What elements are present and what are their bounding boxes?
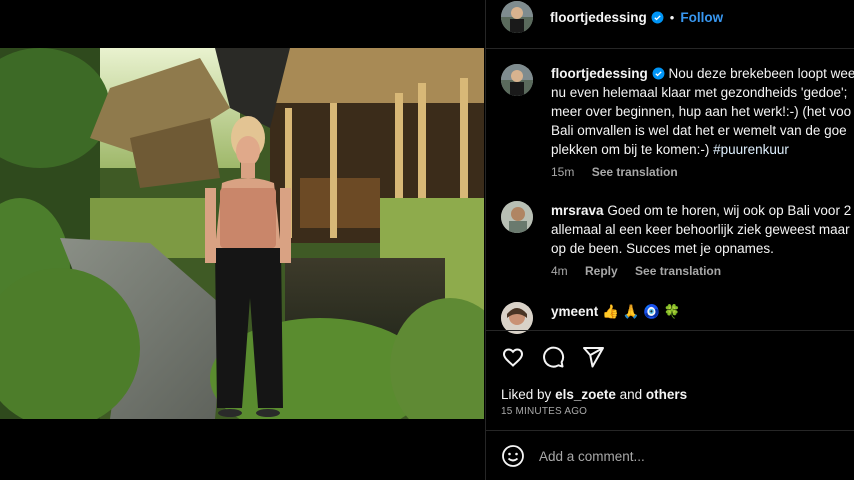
caption-text: floortjedessing Nou deze brekebeen loopt… (551, 64, 854, 159)
comment-meta: 4m Reply See translation (551, 264, 851, 278)
emoji-icon[interactable] (501, 444, 525, 468)
commenter-avatar[interactable] (501, 201, 533, 233)
caption-meta: 15m See translation (551, 165, 854, 179)
post-side-panel: floortjedessing • Follow floortjedessing… (485, 0, 854, 480)
commenter-username[interactable]: ymeent (551, 304, 598, 319)
reply-button[interactable]: Reply (585, 264, 618, 278)
comment-text: mrsrava Goed om te horen, wij ook op Bal… (551, 201, 851, 258)
comments-list[interactable]: floortjedessing Nou deze brekebeen loopt… (486, 48, 854, 334)
caption-line: nu even helemaal klaar met gezondheids '… (551, 85, 848, 100)
action-icons (501, 345, 605, 369)
comment-icon[interactable] (541, 345, 565, 369)
likes-summary: Liked by els_zoete and others (501, 387, 687, 402)
separator-dot: • (669, 9, 675, 25)
author-username[interactable]: floortjedessing (550, 10, 647, 25)
add-comment-input[interactable] (539, 448, 819, 464)
caption-line: plekken om bij te komen:-) (551, 142, 710, 157)
caption-username[interactable]: floortjedessing (551, 66, 648, 81)
caption-time: 15m (551, 165, 575, 179)
caption-line: Nou deze brekebeen loopt wee (668, 66, 854, 81)
comment-line: op de been. Succes met je opnames. (551, 241, 774, 256)
verified-badge-icon (651, 11, 664, 23)
post-actions: Liked by els_zoete and others 15 MINUTES… (486, 330, 854, 431)
follow-button[interactable]: Follow (680, 10, 723, 25)
share-icon[interactable] (581, 345, 605, 369)
likes-user-link[interactable]: els_zoete (555, 387, 616, 402)
caption-avatar[interactable] (501, 64, 533, 96)
caption-comment: floortjedessing Nou deze brekebeen loopt… (501, 64, 854, 179)
comment-emojis: 👍 🙏 🧿 🍀 (602, 304, 681, 319)
hashtag-link[interactable]: #puurenkuur (713, 142, 789, 157)
verified-badge-icon (652, 67, 665, 80)
see-translation-link[interactable]: See translation (592, 165, 678, 179)
caption-line: Bali omvallen is wel dat het er wemelt v… (551, 123, 847, 138)
post-header: floortjedessing • Follow (486, 0, 854, 34)
caption-line: meer over beginnen, hup aan het werk!:-)… (551, 104, 852, 119)
likes-prefix: Liked by (501, 387, 552, 402)
post-timestamp: 15 MINUTES AGO (501, 406, 588, 417)
photo-scene (0, 48, 484, 419)
commenter-username[interactable]: mrsrava (551, 203, 604, 218)
comment-item: mrsrava Goed om te horen, wij ook op Bal… (501, 201, 854, 278)
see-translation-link[interactable]: See translation (635, 264, 721, 278)
post-photo[interactable] (0, 48, 484, 419)
author-avatar[interactable] (501, 1, 533, 33)
add-comment-bar (486, 430, 854, 480)
likes-and: and (619, 387, 643, 402)
comment-line: allemaal al een keer behoorlijk ziek gew… (551, 222, 850, 237)
comment-line: Goed om te horen, wij ook op Bali voor 2 (607, 203, 852, 218)
likes-others-link[interactable]: others (646, 387, 687, 402)
comment-time: 4m (551, 264, 568, 278)
heart-icon[interactable] (501, 345, 525, 369)
